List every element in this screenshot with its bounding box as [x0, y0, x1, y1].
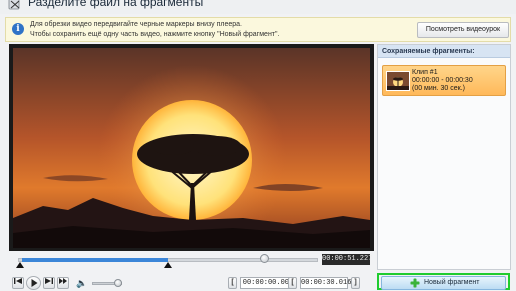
skip-forward-button[interactable] [43, 277, 55, 289]
skip-forward-icon [45, 278, 53, 284]
play-icon [31, 279, 37, 287]
end-marker[interactable] [164, 262, 172, 268]
new-fragment-label: Новый фрагмент [424, 279, 480, 286]
hint-bar: i Для обрезки видео передвигайте черные … [5, 17, 511, 42]
info-icon: i [12, 23, 24, 35]
fragments-header: Сохраняемые фрагменты: [378, 45, 510, 58]
start-marker[interactable] [16, 262, 24, 268]
plus-icon [410, 278, 420, 288]
fragment-thumbnail [386, 71, 410, 91]
video-preview[interactable] [13, 48, 370, 248]
fragment-item[interactable]: Клип #1 00:00:00 - 00:00:30 (00 мин. 30 … [382, 65, 506, 96]
frame-forward-button[interactable] [57, 277, 69, 289]
playhead-handle[interactable] [260, 254, 269, 263]
timeline-selection [22, 258, 168, 262]
new-fragment-button[interactable]: Новый фрагмент [381, 276, 506, 290]
set-end-button[interactable]: ] [351, 277, 360, 289]
hint-text-line1: Для обрезки видео передвигайте черные ма… [30, 21, 242, 28]
fragment-name: Клип #1 [412, 69, 438, 76]
title-bar: Разделите файл на фрагменты [0, 0, 516, 14]
set-start-button[interactable]: [ [228, 277, 237, 289]
fragments-panel: Сохраняемые фрагменты: Клип #1 00:00:00 … [377, 44, 511, 270]
scissors-icon [8, 0, 20, 10]
fragment-duration: (00 мин. 30 сек.) [412, 85, 466, 92]
end-time-field[interactable]: 00:00:30.016 [300, 277, 351, 289]
skip-back-icon [14, 278, 22, 284]
set-end-bracket[interactable]: [ [288, 277, 297, 289]
fragment-range: 00:00:00 - 00:00:30 [412, 77, 473, 84]
frame-forward-icon [59, 278, 67, 284]
hint-text-line2: Чтобы сохранить ещё одну часть видео, на… [30, 31, 280, 38]
play-button[interactable] [26, 276, 41, 290]
window-title: Разделите файл на фрагменты [28, 0, 204, 9]
watch-tutorial-button[interactable]: Посмотреть видеоурок [417, 22, 509, 38]
skip-back-button[interactable] [12, 277, 24, 289]
current-time-display: 00:00:51.227 [322, 254, 373, 265]
volume-icon[interactable]: 🔈 [76, 277, 88, 289]
volume-knob[interactable] [113, 279, 122, 287]
